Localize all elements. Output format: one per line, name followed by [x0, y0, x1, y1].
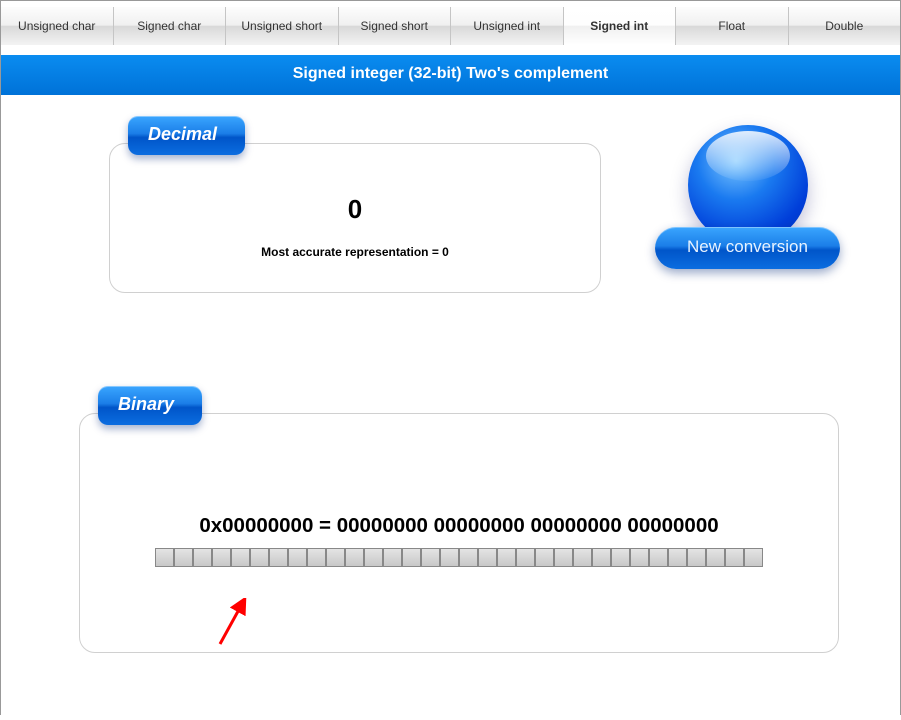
tab-signed-int[interactable]: Signed int — [563, 7, 676, 45]
bit-toggle[interactable] — [269, 548, 288, 567]
bit-toggle[interactable] — [288, 548, 307, 567]
bit-toggle[interactable] — [573, 548, 592, 567]
tab-double[interactable]: Double — [788, 7, 901, 45]
bit-toggle[interactable] — [231, 548, 250, 567]
tab-unsigned-char[interactable]: Unsigned char — [1, 7, 113, 45]
content-area: Decimal 0 Most accurate representation =… — [1, 95, 900, 673]
bit-toggle[interactable] — [421, 548, 440, 567]
bit-toggle[interactable] — [668, 548, 687, 567]
bit-toggle[interactable] — [554, 548, 573, 567]
bit-toggle[interactable] — [725, 548, 744, 567]
bit-toggle[interactable] — [592, 548, 611, 567]
accurate-representation: Most accurate representation = 0 — [110, 245, 600, 259]
bit-toggle[interactable] — [744, 548, 763, 567]
bit-toggle[interactable] — [440, 548, 459, 567]
bit-toggle[interactable] — [383, 548, 402, 567]
bit-toggle[interactable] — [611, 548, 630, 567]
tab-float[interactable]: Float — [675, 7, 788, 45]
binary-text: 0x00000000 = 00000000 00000000 00000000 … — [80, 514, 838, 538]
bit-toggle[interactable] — [326, 548, 345, 567]
decimal-value: 0 — [110, 194, 600, 225]
tab-signed-short[interactable]: Signed short — [338, 7, 451, 45]
bit-toggle[interactable] — [630, 548, 649, 567]
bit-toggle[interactable] — [478, 548, 497, 567]
tab-unsigned-short[interactable]: Unsigned short — [225, 7, 338, 45]
bit-toggle[interactable] — [250, 548, 269, 567]
bit-toggle[interactable] — [649, 548, 668, 567]
new-conversion-button[interactable]: New conversion — [655, 227, 840, 269]
arrow-icon — [212, 598, 252, 648]
page-title: Signed integer (32-bit) Two's complement — [1, 55, 900, 95]
bit-toggle[interactable] — [212, 548, 231, 567]
tabs-bar: Unsigned charSigned charUnsigned shortSi… — [1, 7, 900, 45]
bit-toggle[interactable] — [155, 548, 174, 567]
new-conversion-area: New conversion — [655, 125, 840, 269]
decimal-badge: Decimal — [128, 116, 245, 155]
binary-badge: Binary — [98, 386, 202, 425]
bit-toggle[interactable] — [516, 548, 535, 567]
bit-toggle[interactable] — [687, 548, 706, 567]
bit-toggle[interactable] — [402, 548, 421, 567]
tab-unsigned-int[interactable]: Unsigned int — [450, 7, 563, 45]
bit-toggle[interactable] — [497, 548, 516, 567]
bit-toggle[interactable] — [364, 548, 383, 567]
tab-signed-char[interactable]: Signed char — [113, 7, 226, 45]
bit-toggle[interactable] — [193, 548, 212, 567]
bit-toggle[interactable] — [459, 548, 478, 567]
binary-panel: Binary 0x00000000 = 00000000 00000000 00… — [79, 413, 839, 653]
bit-toggle[interactable] — [706, 548, 725, 567]
bit-toggle[interactable] — [174, 548, 193, 567]
bit-toggle[interactable] — [307, 548, 326, 567]
bit-toggle[interactable] — [345, 548, 364, 567]
bits-row — [80, 548, 838, 567]
decimal-panel: Decimal 0 Most accurate representation =… — [109, 143, 601, 293]
bit-toggle[interactable] — [535, 548, 554, 567]
